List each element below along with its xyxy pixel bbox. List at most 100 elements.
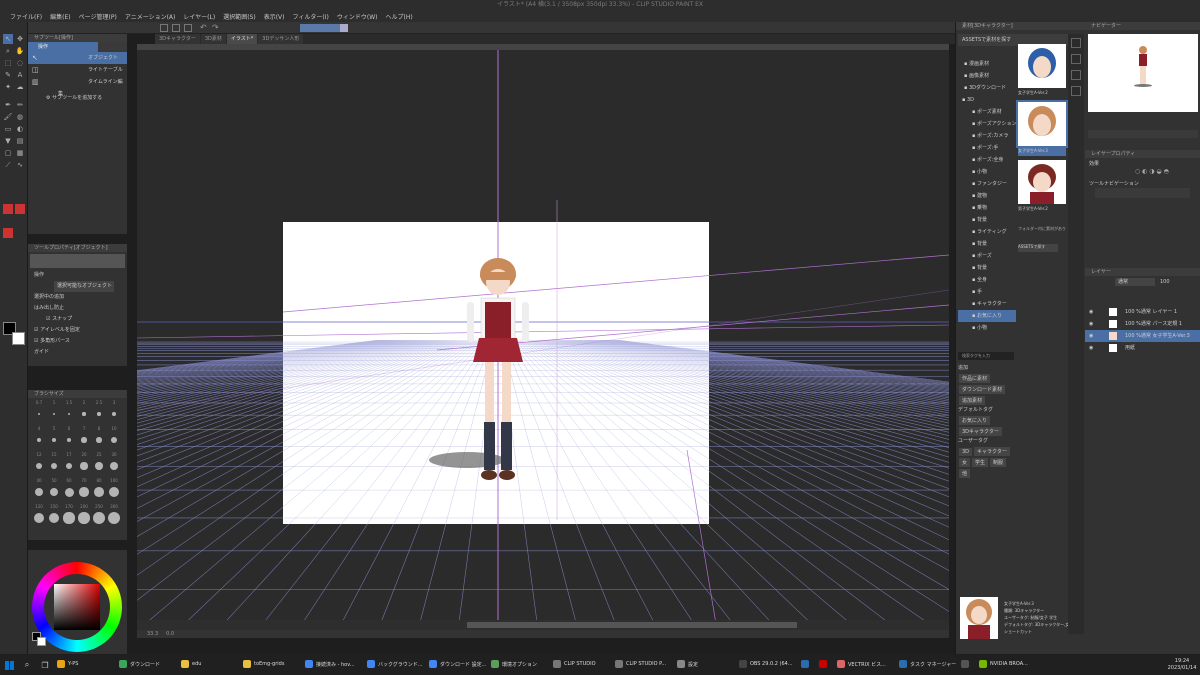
brush-size-cell[interactable]: 1	[47, 400, 61, 424]
brush-size-grid[interactable]: 0.7 1 1.5 2 2.5 3 4 5 6 7 8 10 12 15 17 20 25 30 40 50 60 70 8…	[28, 400, 127, 540]
taskbar-app[interactable]: edu	[178, 655, 240, 675]
selection-tool-icon[interactable]: ⬚	[3, 58, 13, 68]
taskbar-app[interactable]: ダウンロード	[116, 655, 178, 675]
brush-size-cell[interactable]: 60	[62, 478, 76, 502]
brush-size-cell[interactable]: 200	[77, 504, 91, 528]
brush-size-cell[interactable]: 30	[107, 452, 121, 476]
gradient-tool-icon[interactable]: ▤	[15, 136, 25, 146]
layer-row-selected[interactable]: ◉ 100 %通常 女子学生A-Ver.3	[1085, 330, 1200, 342]
brush-size-cell[interactable]: 12	[32, 452, 46, 476]
tree-item[interactable]: ▪ 背景	[958, 262, 1016, 274]
brush-size-cell[interactable]: 50	[47, 478, 61, 502]
tree-item[interactable]: ▪ ポーズアクション	[958, 118, 1016, 130]
menu-selection[interactable]: 選択範囲(S)	[219, 12, 260, 21]
menu-layer[interactable]: レイヤー(L)	[179, 12, 219, 21]
brush-size-cell[interactable]: 25	[92, 452, 106, 476]
taskbar-app[interactable]: 接続済み - hov...	[302, 655, 364, 675]
brush-size-cell[interactable]: 20	[77, 452, 91, 476]
tab-3d-doll[interactable]: 3Dデッサン人形	[258, 34, 304, 44]
menu-window[interactable]: ウィンドウ(W)	[333, 12, 382, 21]
prop-selectable-object[interactable]: 選択可能なオブジェクト	[28, 281, 127, 292]
color-indicator-icon[interactable]	[3, 204, 13, 214]
tree-item[interactable]: ▪ 背景	[958, 214, 1016, 226]
add-subtool-button[interactable]: ⚙ サブツールを追加する	[28, 92, 127, 104]
brush-size-cell[interactable]: 2.5	[92, 400, 106, 424]
redo-icon[interactable]: ↷	[212, 23, 219, 32]
scroll-thumb[interactable]	[467, 622, 797, 628]
tag-button[interactable]: 3D	[959, 448, 973, 456]
subtool-timeline[interactable]: ▥ タイムライン編集	[28, 76, 127, 97]
airbrush-icon[interactable]: ◍	[15, 112, 25, 122]
tree-item[interactable]: ▪ 建物	[958, 190, 1016, 202]
tree-item[interactable]: ▪ 小物	[958, 166, 1016, 178]
effect-icons[interactable]: ○ ◐ ◑ ◒ ◓	[1135, 168, 1195, 176]
brush-size-cell[interactable]: 6	[62, 426, 76, 450]
clock[interactable]: 19:24 2023/01/14	[1164, 658, 1200, 672]
material-panel-icon[interactable]	[1071, 38, 1081, 48]
taskbar-app[interactable]: 環境オプション	[488, 655, 550, 675]
windows-start-icon[interactable]	[0, 655, 18, 675]
brush-tool-icon[interactable]: 🖌	[3, 112, 13, 122]
angle-value[interactable]: 0.0	[166, 631, 174, 637]
lasso-tool-icon[interactable]: ◌	[15, 58, 25, 68]
taskbar-app[interactable]: CLIP STUDIO	[550, 655, 612, 675]
menu-file[interactable]: ファイル(F)	[6, 12, 46, 21]
taskbar-app[interactable]: 設定	[674, 655, 736, 675]
tree-item[interactable]: ▪ ポーズ:カメラ	[958, 130, 1016, 142]
tree-item[interactable]: ▪ 3Dダウンロード	[958, 82, 1016, 94]
tag-button[interactable]: 追加素材	[959, 396, 986, 405]
tree-item[interactable]: ▪ 手	[958, 286, 1016, 298]
material-thumb-1[interactable]	[1018, 44, 1066, 88]
assets-find-button[interactable]: ASSETSで探す	[1018, 244, 1058, 252]
tab-3d-material[interactable]: 3D素材	[200, 34, 226, 44]
ruler-tool-icon[interactable]: ⟋	[3, 160, 13, 170]
snap-buttons[interactable]	[300, 24, 340, 32]
new-icon[interactable]	[160, 24, 168, 32]
brush-size-cell[interactable]: 10	[107, 426, 121, 450]
open-icon[interactable]	[172, 24, 180, 32]
taskbar-app[interactable]: CLIP STUDIO P...	[612, 655, 674, 675]
opacity-value[interactable]: 100	[1160, 278, 1185, 286]
material-thumb-3[interactable]	[1018, 160, 1066, 204]
brush-size-cell[interactable]: 8	[92, 426, 106, 450]
taskbar-app[interactable]: バックグラウンド...	[364, 655, 426, 675]
blend-tool-icon[interactable]: ◐	[15, 124, 25, 134]
tree-item[interactable]: ▪ ライティング	[958, 226, 1016, 238]
fill-tool-icon[interactable]: ▼	[3, 136, 13, 146]
brush-size-cell[interactable]: 250	[92, 504, 106, 528]
brush-size-cell[interactable]: 300	[107, 504, 121, 528]
tree-item[interactable]: ▪ ポーズ素材	[958, 106, 1016, 118]
balloon-tool-icon[interactable]: ☁	[15, 82, 25, 92]
tree-item[interactable]: ▪ 乗物	[958, 202, 1016, 214]
tree-item[interactable]: ▪ ファンタジー	[958, 178, 1016, 190]
zoom-value[interactable]: 33.3	[147, 631, 158, 637]
taskbar-app[interactable]	[816, 655, 834, 675]
taskbar-app[interactable]: タスク マネージャー	[896, 655, 958, 675]
taskbar-app[interactable]: ダウンロード 設定...	[426, 655, 488, 675]
history-icon[interactable]	[1071, 54, 1081, 64]
brush-size-cell[interactable]: 150	[47, 504, 61, 528]
tree-item[interactable]: ▪ ポーズ:全身	[958, 154, 1016, 166]
brush-size-cell[interactable]: 5	[47, 426, 61, 450]
tree-item[interactable]: ▪ 画像素材	[958, 70, 1016, 82]
brush-size-cell[interactable]: 100	[107, 478, 121, 502]
tree-item[interactable]: ▪ 背景	[958, 238, 1016, 250]
brush-size-cell[interactable]: 2	[77, 400, 91, 424]
prop-polygon-perspective[interactable]: ☑ 多角形パース	[28, 336, 127, 347]
save-icon[interactable]	[184, 24, 192, 32]
tree-item[interactable]: ▪ 小物	[958, 322, 1016, 334]
material-thumb-2[interactable]	[1016, 100, 1068, 148]
subtool-tab-operation[interactable]: 操作	[28, 42, 98, 52]
operation-tool-icon[interactable]: ↖	[3, 34, 13, 44]
prop-add-selection[interactable]: 選択中の追加	[28, 292, 127, 303]
color-indicator-2-icon[interactable]	[15, 204, 25, 214]
prop-prevent-overflow[interactable]: はみ出し防止	[28, 303, 127, 314]
tree-item[interactable]: ▪ ポーズ	[958, 250, 1016, 262]
eyedropper-icon[interactable]: ✎	[3, 70, 13, 80]
menu-animation[interactable]: アニメーション(A)	[121, 12, 180, 21]
move-tool-icon[interactable]: ✥	[15, 34, 25, 44]
brush-size-cell[interactable]: 15	[47, 452, 61, 476]
tab-illustration[interactable]: イラスト*	[226, 34, 258, 44]
tree-item[interactable]: ▪ 全身	[958, 274, 1016, 286]
nav-slider[interactable]	[1088, 130, 1198, 138]
